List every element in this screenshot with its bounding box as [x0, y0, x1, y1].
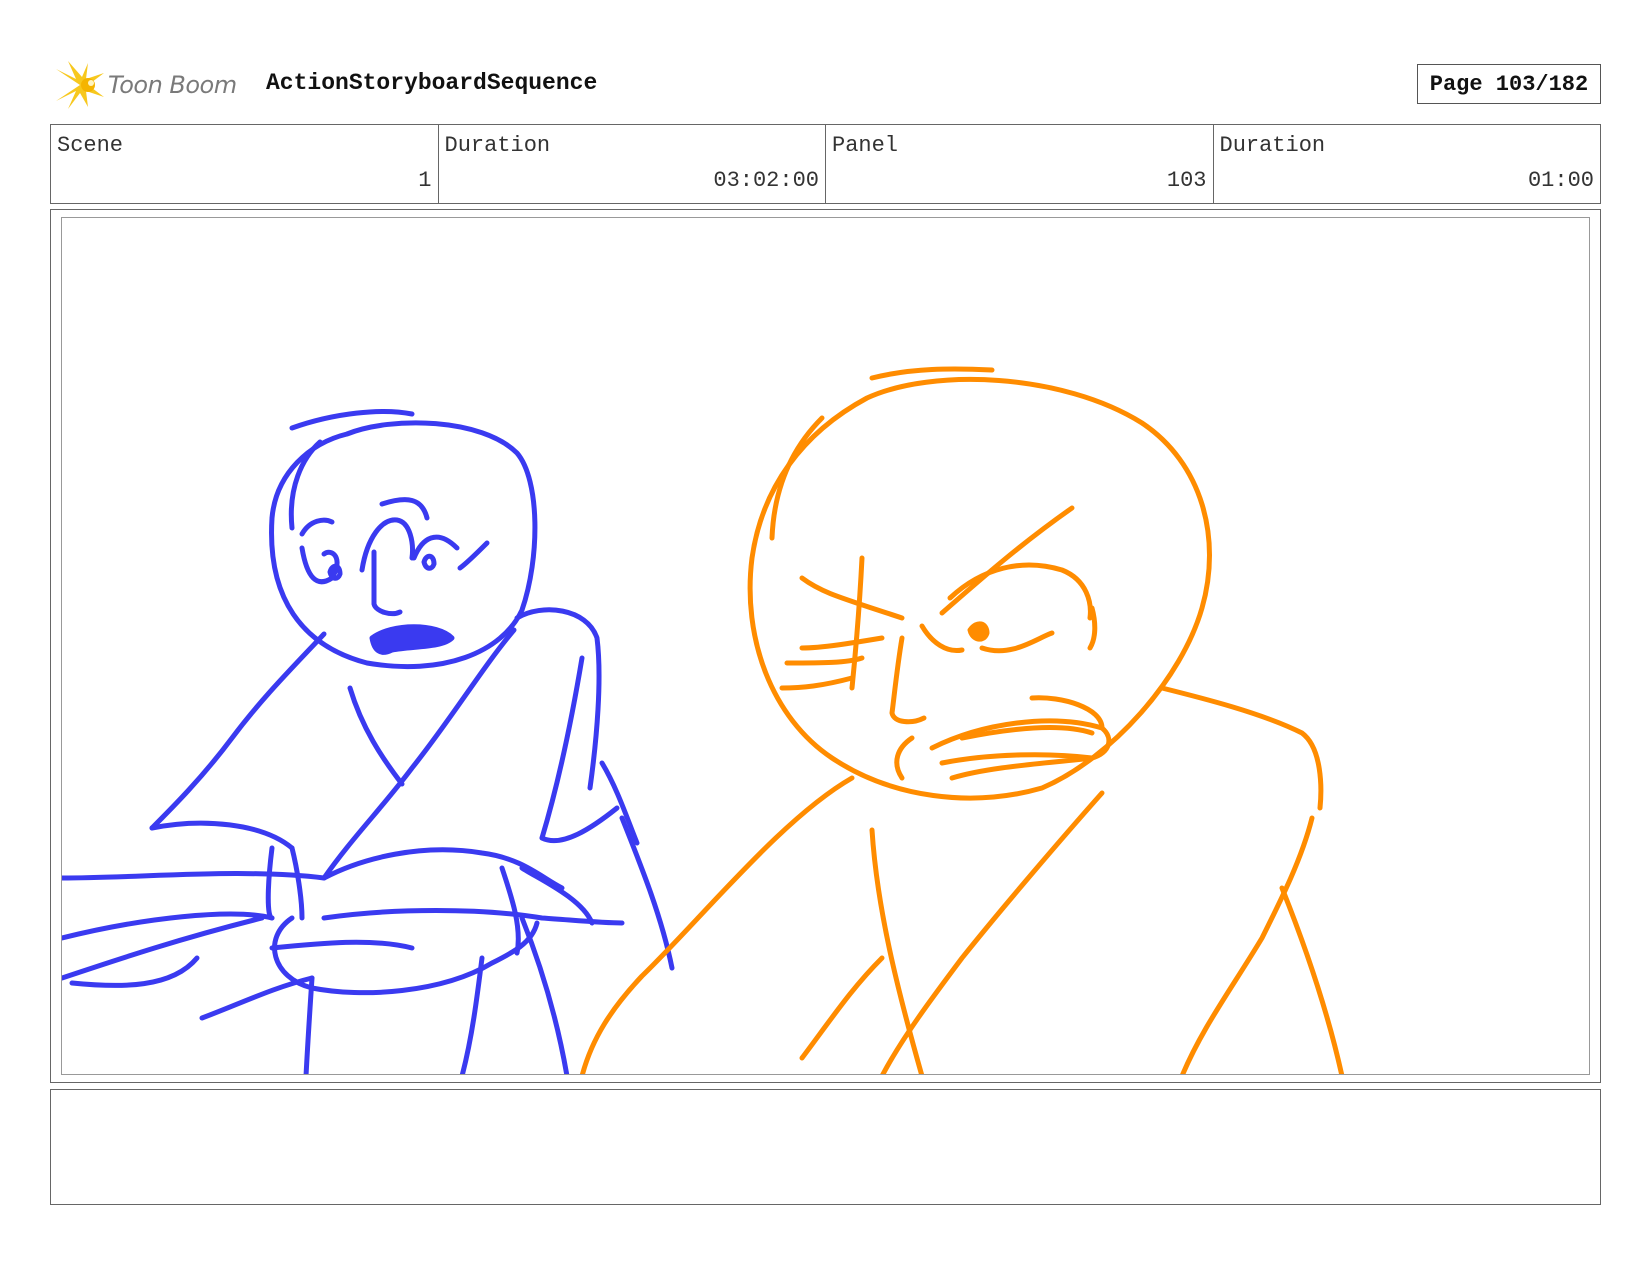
starburst-icon	[56, 61, 104, 109]
info-table: Scene 1 Duration 03:02:00 Panel 103 Dura…	[50, 124, 1601, 204]
scene-value: 1	[418, 168, 432, 193]
page-indicator: Page 103/182	[1417, 64, 1601, 104]
right-character-sketch	[579, 366, 1345, 1074]
notes-box	[50, 1089, 1601, 1205]
panel-duration-cell: Duration 01:00	[1214, 125, 1601, 203]
scene-label: Scene	[57, 133, 124, 158]
panel-duration-label: Duration	[1219, 133, 1326, 158]
panel-label: Panel	[832, 133, 899, 158]
logo-text: Toon Boom	[108, 71, 237, 99]
scene-duration-cell: Duration 03:02:00	[439, 125, 826, 203]
scene-duration-value: 03:02:00	[713, 168, 819, 193]
panel-image	[61, 217, 1590, 1075]
scene-cell: Scene 1	[51, 125, 439, 203]
scene-duration-label: Duration	[444, 133, 551, 158]
panel-cell: Panel 103	[826, 125, 1214, 203]
toon-boom-logo: Toon Boom	[54, 58, 254, 112]
left-character-sketch	[62, 409, 675, 1074]
panel-value: 103	[1166, 168, 1207, 193]
project-title: ActionStoryboardSequence	[266, 70, 598, 96]
storyboard-sketch	[62, 366, 1345, 1074]
panel-duration-value: 01:00	[1527, 168, 1594, 193]
